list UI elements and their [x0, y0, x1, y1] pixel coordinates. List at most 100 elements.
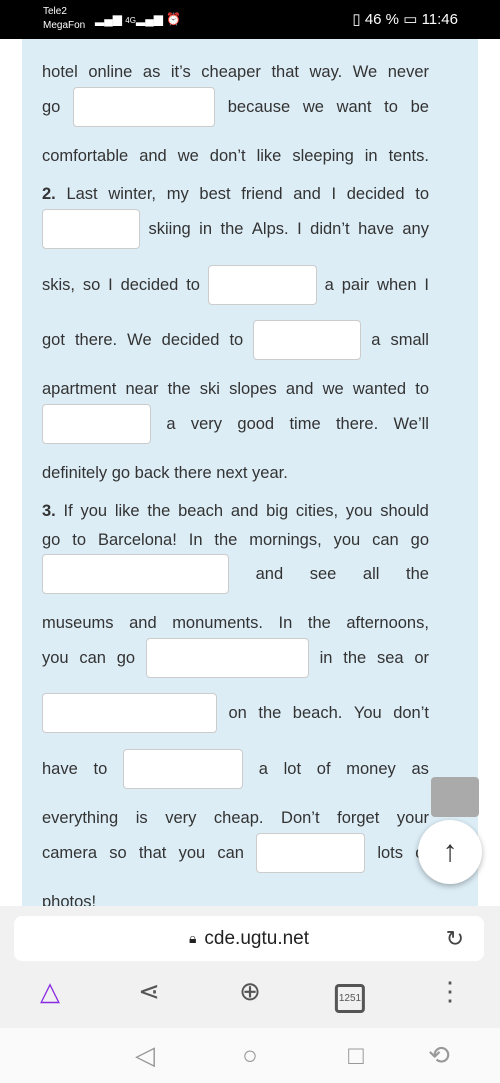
word: a [258, 759, 268, 778]
word: the [343, 648, 367, 667]
word: to [229, 330, 244, 349]
answer-input[interactable] [145, 638, 309, 678]
word: monuments. [172, 613, 263, 632]
word: you [80, 501, 108, 520]
word: cities, [295, 501, 339, 520]
carrier-2: MegaFon [43, 20, 86, 31]
word: beach [178, 501, 224, 520]
word: sleeping [292, 146, 354, 165]
answer-input[interactable] [42, 693, 217, 733]
word: all [362, 564, 380, 583]
tabs-count: 1251 [338, 993, 362, 1004]
text-line: go because we want to be [42, 87, 429, 127]
word: winter, [108, 184, 157, 203]
answer-input[interactable] [253, 320, 362, 360]
word: don’t [393, 703, 429, 722]
signal-icon: ▂▄▆ 4G▂▄▆ ⏰ [95, 12, 182, 26]
word: you [178, 843, 206, 862]
word: apartment [42, 379, 117, 398]
word: to [384, 97, 398, 116]
word: slopes [229, 379, 277, 398]
word: cheap. [213, 808, 264, 827]
word: to [415, 379, 429, 398]
text-line: definitely go back there next year. [42, 453, 429, 493]
word: I [108, 275, 113, 294]
answer-input[interactable] [207, 265, 317, 305]
text-line: hotel online as it’s cheaper that way. We never [42, 52, 429, 92]
text-line: have to a lot of money as [42, 749, 429, 789]
word: there. [335, 414, 379, 433]
text-line: a very good time there. We’ll [42, 404, 429, 444]
word: a [324, 275, 334, 294]
word: that [138, 843, 167, 862]
address-bar[interactable]: 🔒︎ cde.ugtu.net ↻ [14, 916, 484, 961]
new-tab-icon[interactable]: ⊕ [239, 976, 261, 1007]
scroll-top-button[interactable]: ↑ [418, 820, 482, 884]
word: sea [376, 648, 404, 667]
answer-input[interactable] [256, 833, 366, 873]
recents-icon[interactable]: □ [348, 1040, 364, 1071]
word: 3. [42, 501, 56, 520]
answer-input[interactable] [42, 209, 140, 249]
word: We [352, 62, 378, 81]
nav-bar: ◁ ○ □ ⟲ [0, 1028, 500, 1083]
word: online [88, 62, 133, 81]
word: comfortable [42, 146, 129, 165]
word: cheaper [201, 62, 261, 81]
word: You [353, 703, 382, 722]
text-line: camerasothatyoucanlotsof [42, 833, 429, 873]
word: any [402, 219, 429, 238]
menu-icon[interactable]: ⋮ [437, 976, 463, 1007]
word: I [331, 184, 337, 203]
word: a [166, 414, 176, 433]
battery-percent: 46 % [364, 11, 400, 28]
word: In [278, 613, 293, 632]
word: I [424, 275, 429, 294]
home-icon[interactable]: ○ [242, 1040, 258, 1071]
word: be [410, 97, 429, 116]
word: want [336, 97, 372, 116]
word: you [333, 530, 361, 549]
word: can [372, 530, 399, 549]
reload-icon[interactable]: ↻ [446, 926, 464, 952]
word: and [293, 184, 321, 203]
text-line: museums and monuments. In the afternoons, [42, 603, 429, 643]
word: or [414, 648, 429, 667]
word: I [297, 219, 302, 238]
tabs-button[interactable]: 1251 [334, 984, 366, 1013]
word: my [166, 184, 189, 203]
word: time [289, 414, 321, 433]
word: definitely go back there next year. [42, 463, 288, 482]
word: the [258, 703, 282, 722]
answer-input[interactable] [122, 749, 243, 789]
word: is [135, 808, 148, 827]
word: should [380, 501, 429, 520]
back-icon[interactable]: ◁ [135, 1040, 155, 1071]
word: the [214, 530, 238, 549]
word: We’ll [393, 414, 429, 433]
word: pair [341, 275, 370, 294]
share-icon[interactable]: ⋖ [138, 976, 160, 1007]
word: to [415, 184, 429, 203]
answer-input[interactable] [42, 554, 229, 594]
word: have [358, 219, 394, 238]
answer-input[interactable] [42, 404, 151, 444]
word: Last [66, 184, 98, 203]
lock-icon: 🔒︎ [188, 930, 197, 946]
word: there. [74, 330, 118, 349]
word: go [410, 530, 429, 549]
word: go [42, 530, 61, 549]
word: and [129, 613, 157, 632]
word: like [256, 146, 282, 165]
word: and [285, 379, 314, 398]
word: ski [199, 379, 220, 398]
word: can [217, 843, 244, 862]
word: and [139, 146, 167, 165]
text-line: got there. We decided to a small [42, 320, 429, 360]
battery-icon: ▭ [403, 11, 418, 28]
alice-icon[interactable]: △ [40, 976, 60, 1007]
answer-input[interactable] [73, 87, 216, 127]
rotate-icon[interactable]: ⟲ [428, 1040, 450, 1071]
word: so [82, 275, 101, 294]
word: 2. [42, 184, 56, 203]
